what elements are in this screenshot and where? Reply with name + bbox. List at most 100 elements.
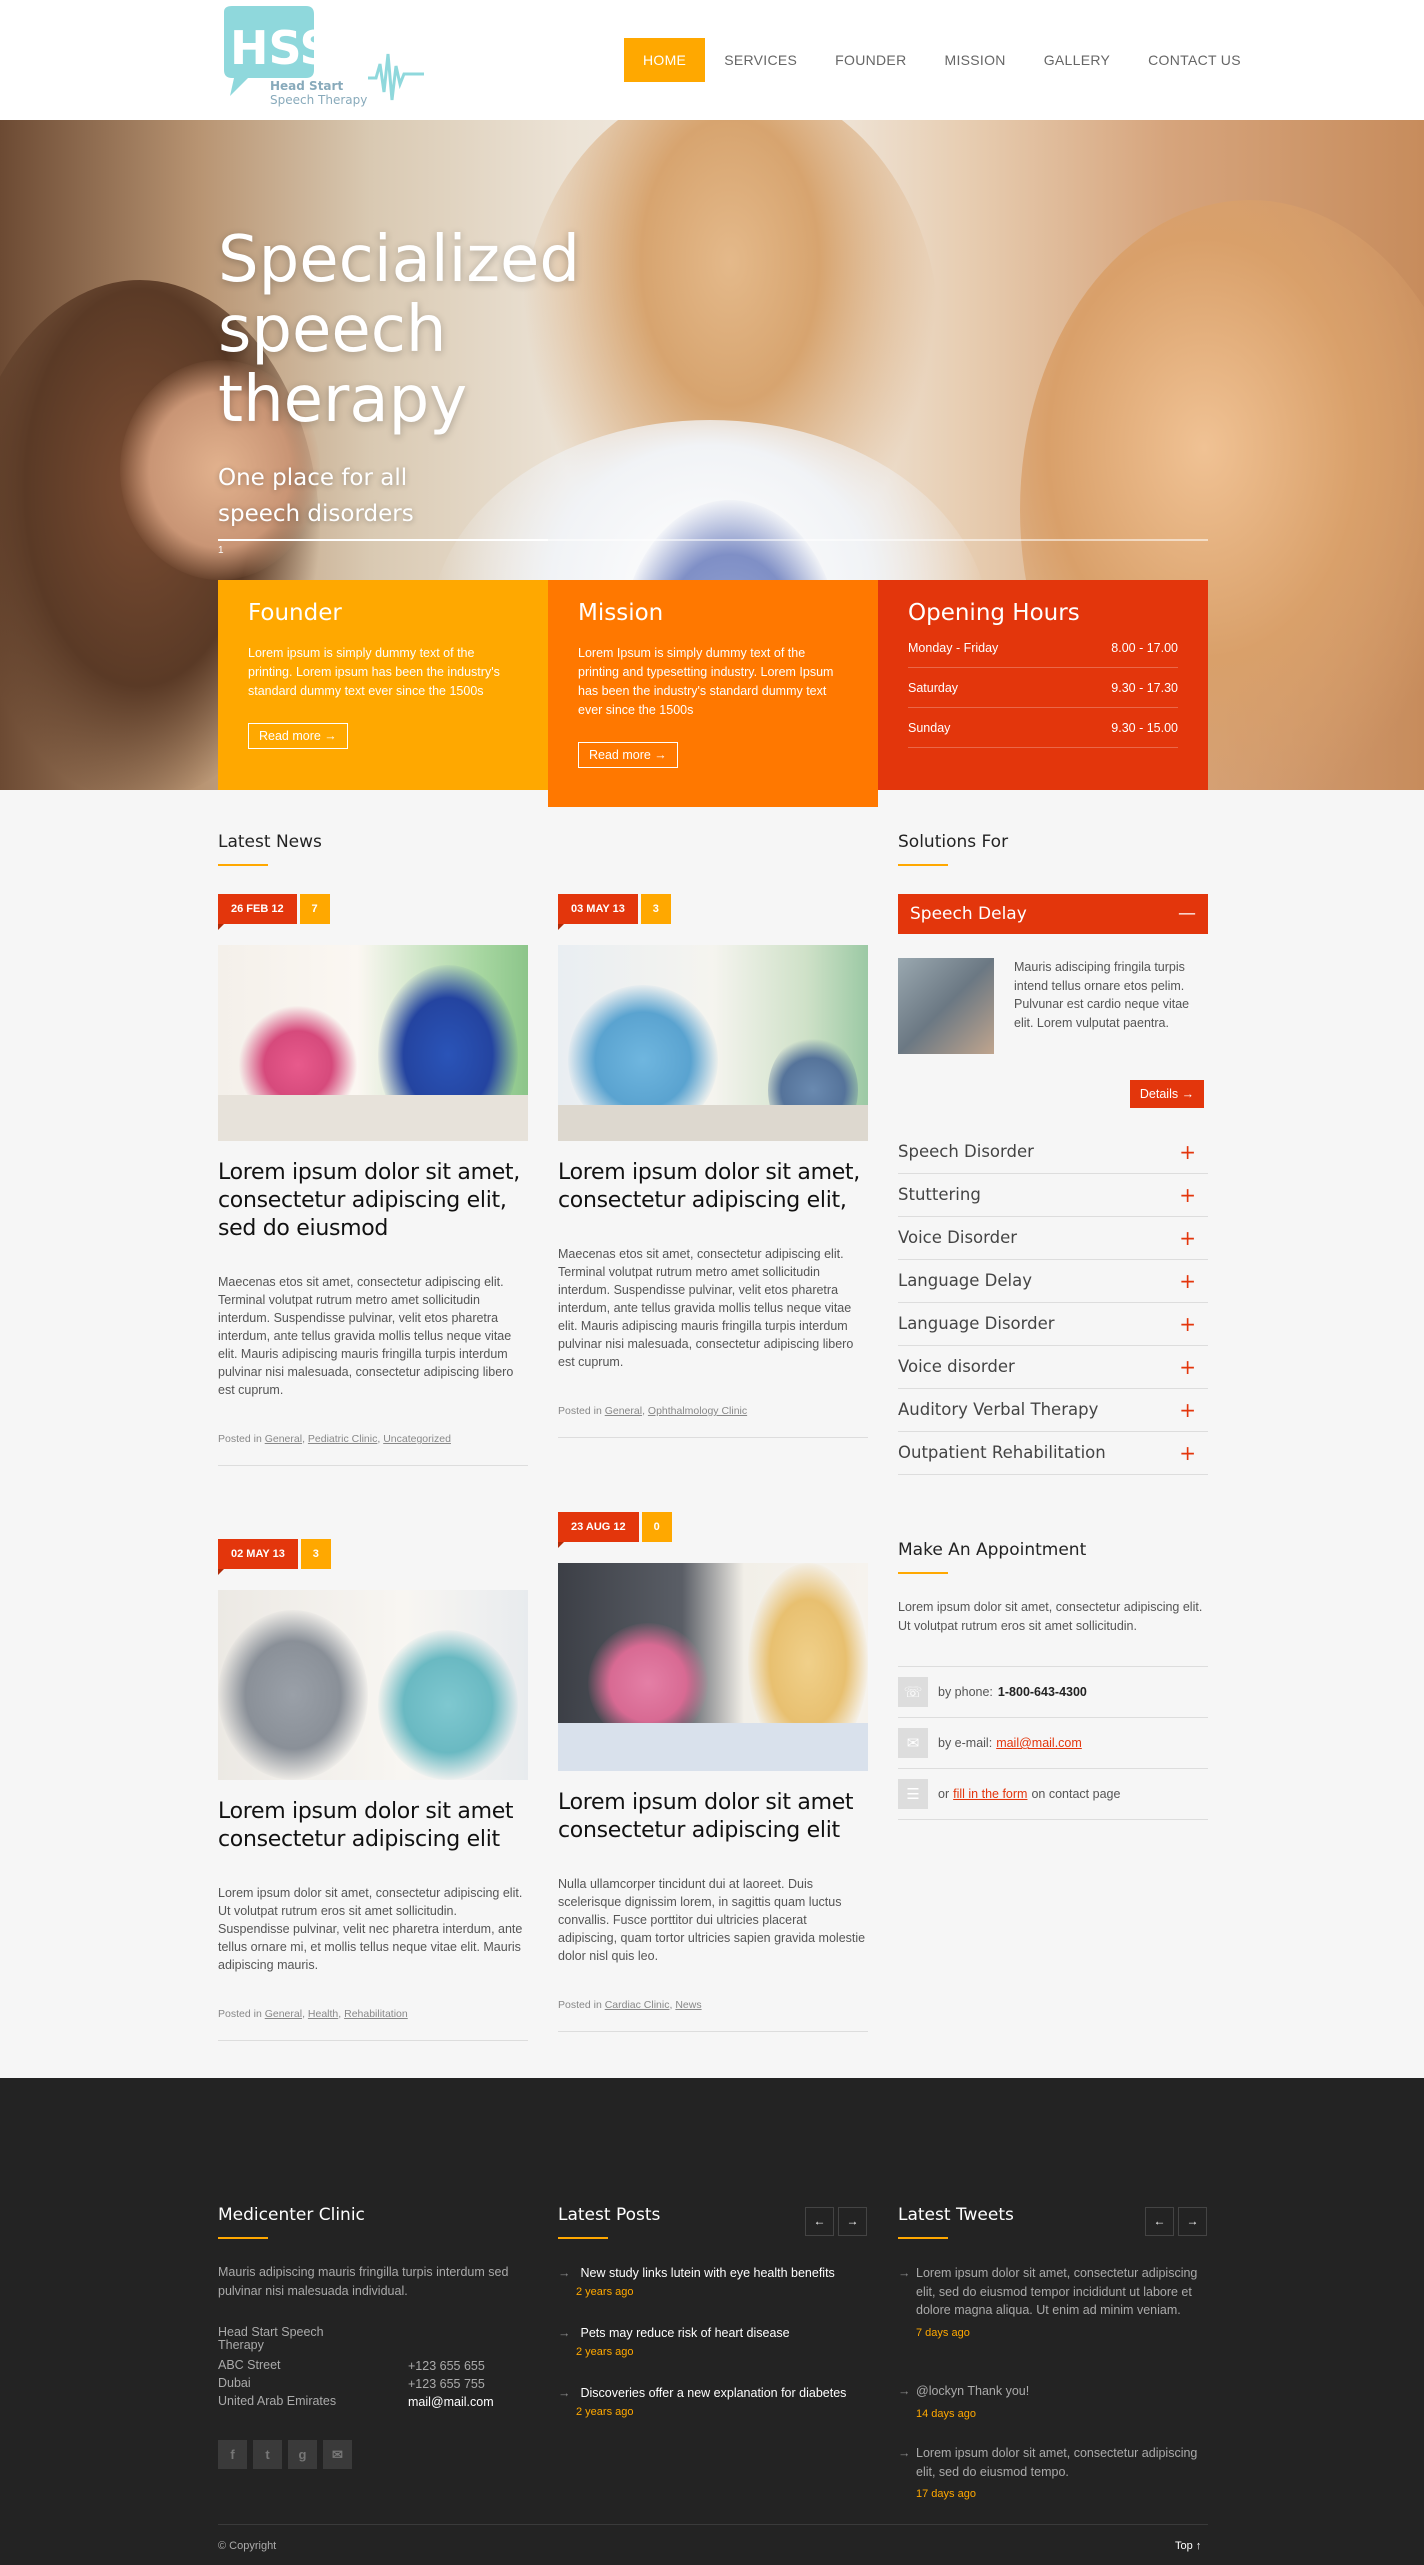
accordion-item-label: Auditory Verbal Therapy — [898, 1400, 1099, 1419]
nav-founder[interactable]: FOUNDER — [816, 38, 925, 82]
founder-read-more-button[interactable]: Read more → — [248, 723, 348, 749]
footer-phone: +123 655 755 — [408, 2377, 485, 2391]
nav-contact-us[interactable]: CONTACT US — [1129, 38, 1260, 82]
appointment-text: Lorem ipsum dolor sit amet, consectetur … — [898, 1600, 1203, 1633]
footer-phone: +123 655 655 — [408, 2359, 485, 2373]
footer-email[interactable]: mail@mail.com — [408, 2393, 494, 2411]
plus-icon: + — [1179, 1183, 1196, 1207]
mission-read-more-button[interactable]: Read more → — [578, 742, 678, 768]
arrow-icon: → — [898, 2446, 911, 2460]
hours-day: Sunday — [908, 721, 951, 735]
nav-home[interactable]: HOME — [624, 38, 706, 82]
copyright: © Copyright — [218, 2540, 277, 2552]
hours-row: Saturday 9.30 - 17.30 — [908, 668, 1178, 708]
footer-post-date: 2 years ago — [576, 2406, 634, 2418]
founder-title: Founder — [248, 600, 342, 626]
accordion-item[interactable]: Voice Disorder + — [898, 1217, 1208, 1260]
footer-contacts: +123 655 655 +123 655 755 mail@mail.com — [408, 2357, 494, 2411]
post-title[interactable]: Lorem ipsum dolor sit amet, consectetur … — [558, 1159, 868, 1215]
arrow-icon: → — [558, 2326, 571, 2340]
form-link[interactable]: fill in the form — [953, 1787, 1027, 1801]
post-title[interactable]: Lorem ipsum dolor sit amet, consectetur … — [218, 1159, 528, 1243]
tweet-text: @lockyn Thank you! — [916, 2384, 1030, 2398]
category-link[interactable]: Pediatric Clinic — [308, 1433, 377, 1445]
category-link[interactable]: General — [265, 2008, 302, 2020]
post-image[interactable] — [218, 1590, 528, 1780]
next-arrow-icon[interactable]: → — [838, 2207, 867, 2236]
footer-post-title[interactable]: New study links lutein with eye health b… — [581, 2266, 835, 2280]
tweet-date[interactable]: 17 days ago — [916, 2485, 1208, 2504]
accordion-item[interactable]: Outpatient Rehabilitation + — [898, 1432, 1208, 1475]
logo[interactable]: HSST Head Start Speech Therapy — [218, 4, 428, 116]
tweet-item: → Lorem ipsum dolor sit amet, consectetur… — [898, 2264, 1208, 2342]
tweet-date[interactable]: 7 days ago — [916, 2324, 1208, 2343]
accordion-item[interactable]: Stuttering + — [898, 1174, 1208, 1217]
googleplus-icon[interactable]: g — [288, 2440, 317, 2469]
plus-icon: + — [1179, 1269, 1196, 1293]
twitter-icon[interactable]: t — [253, 2440, 282, 2469]
accordion-item[interactable]: Language Delay + — [898, 1260, 1208, 1303]
founder-box: Founder Lorem ipsum is simply dummy text… — [218, 580, 548, 790]
accordion-item-label: Voice disorder — [898, 1357, 1015, 1376]
footer-post-title[interactable]: Pets may reduce risk of heart disease — [581, 2326, 790, 2340]
footer-post-item[interactable]: → New study links lutein with eye health … — [558, 2266, 878, 2298]
back-to-top-link[interactable]: Top ↑ — [1175, 2540, 1201, 2552]
comment-count[interactable]: 0 — [641, 1512, 672, 1542]
post-image[interactable] — [218, 945, 528, 1141]
category-link[interactable]: General — [265, 1433, 302, 1445]
footer-post-item[interactable]: → Pets may reduce risk of heart disease 2 … — [558, 2326, 878, 2358]
accordion-item[interactable]: Voice disorder + — [898, 1346, 1208, 1389]
footer-address: Head Start Speech Therapy ABC Street Dub… — [218, 2326, 348, 2410]
footer — [0, 2078, 1424, 2565]
post-title[interactable]: Lorem ipsum dolor sit amet consectetur a… — [218, 1798, 528, 1854]
nav-mission[interactable]: MISSION — [925, 38, 1024, 82]
category-link[interactable]: Uncategorized — [383, 1433, 451, 1445]
prev-arrow-icon[interactable]: ← — [805, 2207, 834, 2236]
category-link[interactable]: News — [675, 1999, 701, 2011]
phone-number[interactable]: 1-800-643-4300 — [998, 1685, 1087, 1699]
post-title[interactable]: Lorem ipsum dolor sit amet consectetur a… — [558, 1789, 868, 1845]
tweet-item: → @lockyn Thank you! 14 days ago — [898, 2382, 1208, 2423]
news-post: 26 FEB 12 7 Lorem ipsum dolor sit amet, c… — [218, 894, 528, 1466]
category-link[interactable]: Ophthalmology Clinic — [648, 1405, 747, 1417]
latest-news-title: Latest News — [218, 832, 322, 866]
mail-icon[interactable]: ✉ — [323, 2440, 352, 2469]
form-icon: ☰ — [898, 1779, 928, 1809]
nav-services[interactable]: SERVICES — [705, 38, 816, 82]
founder-text: Lorem ipsum is simply dummy text of the … — [248, 646, 500, 698]
accordion-item-label: Voice Disorder — [898, 1228, 1018, 1247]
comment-count[interactable]: 7 — [299, 894, 330, 924]
slider-number: 1 — [218, 545, 224, 556]
phone-icon: ☏ — [898, 1677, 928, 1707]
accordion-item-label: Outpatient Rehabilitation — [898, 1443, 1106, 1462]
post-image[interactable] — [558, 945, 868, 1141]
footer-post-date: 2 years ago — [576, 2346, 634, 2358]
accordion-item[interactable]: Auditory Verbal Therapy + — [898, 1389, 1208, 1432]
details-button[interactable]: Details → — [1130, 1080, 1204, 1108]
nav-gallery[interactable]: GALLERY — [1025, 38, 1129, 82]
tweet-date[interactable]: 14 days ago — [916, 2405, 1208, 2424]
category-link[interactable]: Cardiac Clinic — [605, 1999, 670, 2011]
accordion-item[interactable]: Speech Disorder + — [898, 1131, 1208, 1174]
post-meta: Posted in Cardiac Clinic, News — [558, 1999, 868, 2032]
accordion-speech-delay[interactable]: Speech Delay — — [898, 894, 1208, 934]
facebook-icon[interactable]: f — [218, 2440, 247, 2469]
hours-row: Monday - Friday 8.00 - 17.00 — [908, 628, 1178, 668]
tweet-item: → Lorem ipsum dolor sit amet, consectetur… — [898, 2444, 1208, 2504]
footer-posts-title: Latest Posts — [558, 2205, 660, 2239]
accordion-item[interactable]: Language Disorder + — [898, 1303, 1208, 1346]
slider-progress[interactable] — [218, 539, 1208, 541]
category-link[interactable]: Rehabilitation — [344, 2008, 408, 2020]
footer-post-title[interactable]: Discoveries offer a new explanation for … — [581, 2386, 847, 2400]
footer-post-item[interactable]: → Discoveries offer a new explanation for… — [558, 2386, 878, 2418]
next-arrow-icon[interactable]: → — [1178, 2207, 1207, 2236]
post-image[interactable] — [558, 1563, 868, 1771]
category-link[interactable]: General — [605, 1405, 642, 1417]
solutions-title: Solutions For — [898, 832, 1008, 866]
solutions-list: Speech Disorder + Stuttering + Voice Disor… — [898, 1131, 1208, 1475]
category-link[interactable]: Health — [308, 2008, 338, 2020]
comment-count[interactable]: 3 — [300, 1539, 331, 1569]
email-link[interactable]: mail@mail.com — [996, 1736, 1082, 1750]
comment-count[interactable]: 3 — [640, 894, 671, 924]
prev-arrow-icon[interactable]: ← — [1145, 2207, 1174, 2236]
